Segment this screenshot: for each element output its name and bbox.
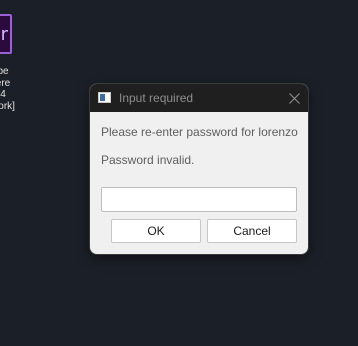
close-icon [288,92,300,104]
dialog-title: Input required [119,91,194,105]
password-error-text: Password invalid. [101,153,195,167]
dialog-titlebar[interactable]: Input required [90,84,308,112]
password-prompt-text: Please re-enter password for lorenzo [101,125,298,139]
desktop-shortcut-label[interactable]: be ere 4 work] [0,66,26,112]
input-required-dialog: Input required Please re-enter password … [90,84,308,254]
window-app-icon [98,92,111,103]
close-button[interactable] [284,88,304,108]
ok-button[interactable]: OK [111,219,201,243]
desktop-shortcut[interactable]: r [0,14,14,56]
shortcut-glyph: r [0,24,8,45]
cancel-button[interactable]: Cancel [207,219,297,243]
application-shortcut-icon: r [0,14,12,54]
password-input[interactable] [101,187,297,212]
